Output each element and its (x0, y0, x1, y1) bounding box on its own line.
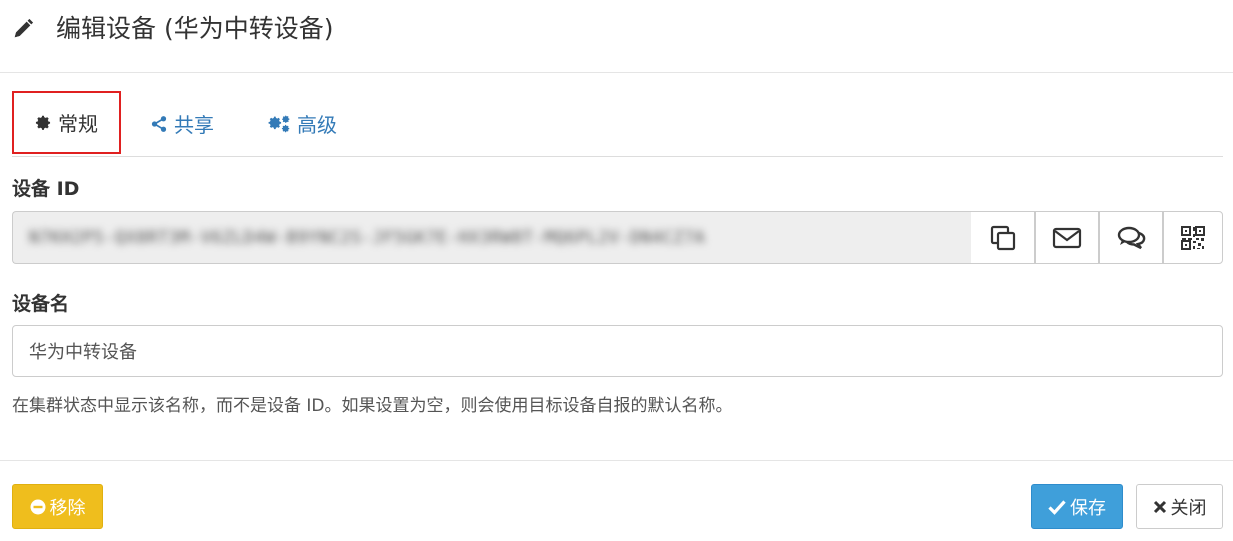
tab-advanced-label: 高级 (297, 113, 337, 137)
tab-general-label: 常规 (58, 112, 98, 136)
device-id-field[interactable]: N7KH2P5-QX8RT3M-V6ZLD4W-B9YNC2S-JF5GK7E-… (12, 211, 971, 264)
copy-icon (990, 225, 1015, 250)
check-icon (1048, 499, 1066, 515)
close-button[interactable]: 关闭 (1136, 484, 1223, 529)
tab-sharing-label: 共享 (174, 113, 214, 137)
dialog-title-row: 编辑设备 (华为中转设备) (12, 12, 333, 46)
share-icon (151, 115, 167, 132)
minus-circle-icon (30, 499, 45, 514)
tab-bar: 常规 共享 高级 (12, 91, 1223, 157)
tab-general[interactable]: 常规 (12, 91, 121, 154)
save-button[interactable]: 保存 (1031, 484, 1123, 529)
device-name-label: 设备名 (12, 293, 70, 315)
gear-icon (35, 115, 51, 130)
comments-icon (1117, 226, 1146, 249)
copy-id-button[interactable] (971, 211, 1035, 264)
device-id-label: 设备 ID (12, 178, 80, 200)
edit-device-dialog: 编辑设备 (华为中转设备) 常规 共享 高级 设备 ID N7KH2P5-QX8… (0, 0, 1233, 541)
page-title: 编辑设备 (华为中转设备) (56, 14, 334, 43)
remove-button-label: 移除 (49, 497, 86, 519)
tab-sharing[interactable]: 共享 (150, 91, 214, 156)
close-button-label: 关闭 (1170, 497, 1207, 519)
dialog-footer: 移除 保存 关闭 (0, 460, 1233, 541)
qrcode-id-button[interactable] (1163, 211, 1223, 264)
email-id-button[interactable] (1035, 211, 1099, 264)
save-button-label: 保存 (1070, 497, 1106, 519)
device-id-value: N7KH2P5-QX8RT3M-V6ZLD4W-B9YNC2S-JF5GK7E-… (29, 227, 706, 248)
pencil-icon (14, 18, 34, 38)
remove-button[interactable]: 移除 (12, 484, 103, 529)
envelope-icon (1052, 227, 1082, 248)
device-name-help-text: 在集群状态中显示该名称，而不是设备 ID。如果设置为空，则会使用目标设备自报的默… (12, 396, 733, 416)
close-icon (1153, 500, 1166, 513)
tab-advanced[interactable]: 高级 (267, 91, 337, 156)
share-id-button[interactable] (1099, 211, 1163, 264)
gears-icon (268, 115, 290, 132)
device-id-group: N7KH2P5-QX8RT3M-V6ZLD4W-B9YNC2S-JF5GK7E-… (12, 211, 1223, 264)
dialog-header: 编辑设备 (华为中转设备) (0, 0, 1233, 73)
qrcode-icon (1181, 225, 1205, 250)
device-name-input[interactable] (12, 325, 1223, 377)
